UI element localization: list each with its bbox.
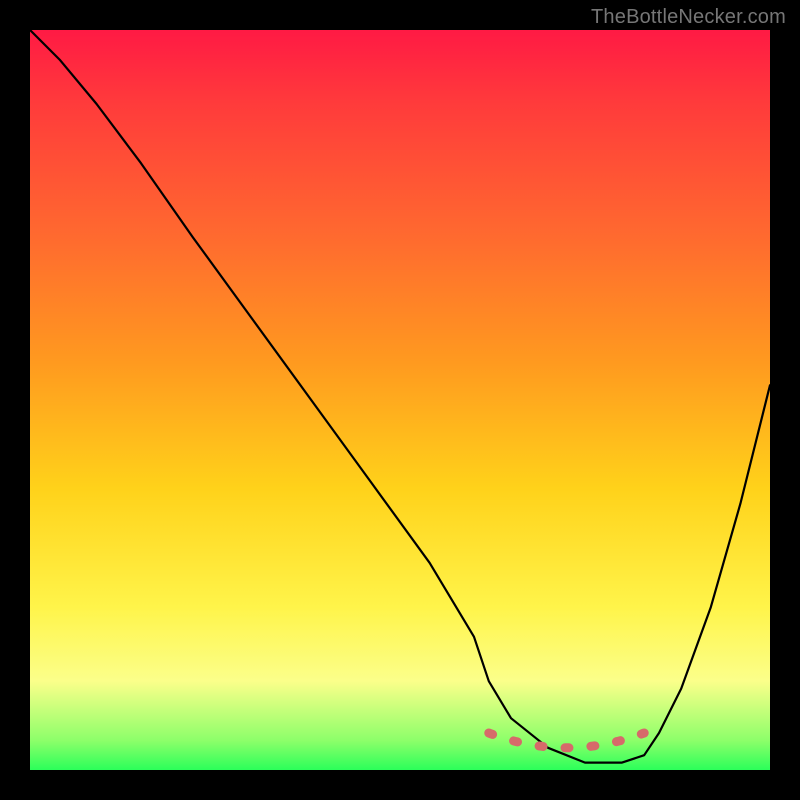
optimal-zone-marker (489, 733, 644, 748)
chart-frame: TheBottleNecker.com (0, 0, 800, 800)
chart-svg (30, 30, 770, 770)
chart-plot-area (30, 30, 770, 770)
bottleneck-curve (30, 30, 770, 763)
attribution-text: TheBottleNecker.com (591, 6, 786, 29)
